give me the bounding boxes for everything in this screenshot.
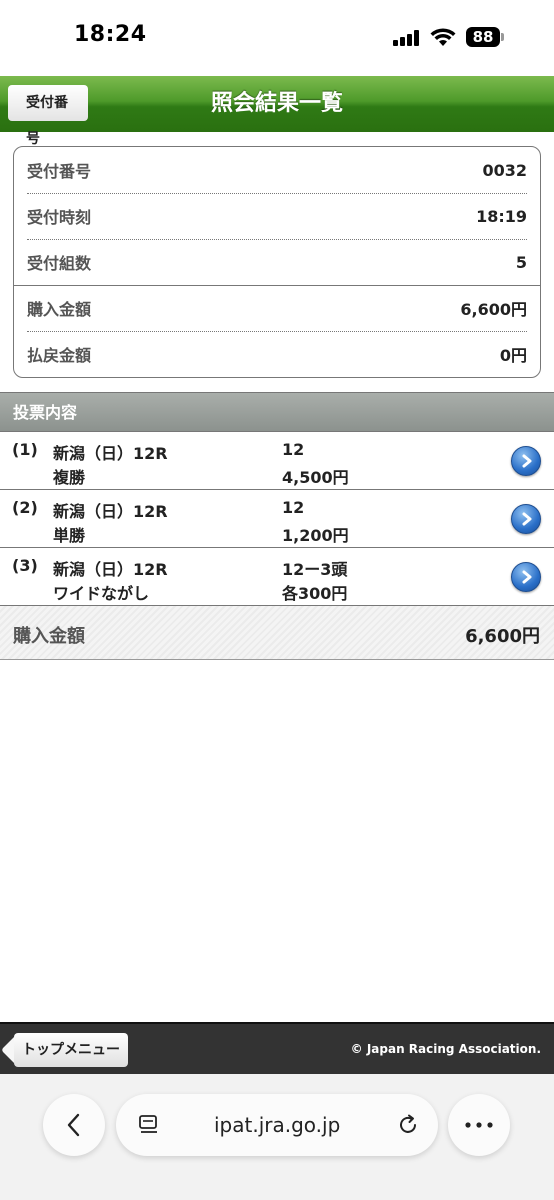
summary-box: 受付番号 0032 受付時刻 18:19 受付組数 5 購入金額 6,600円 … [13, 146, 541, 378]
bet-amount: 1,200円 [282, 526, 349, 545]
bet-race: 新潟（日）12R [53, 560, 168, 579]
bet-number: (3) [12, 556, 38, 575]
bet-horse: 12 [282, 498, 305, 517]
summary-value: 5 [515, 252, 527, 272]
summary-row-receipt-time: 受付時刻 18:19 [27, 193, 527, 239]
cellular-signal-icon [393, 30, 419, 46]
bet-number: (2) [12, 498, 38, 517]
browser-back-button[interactable] [43, 1094, 105, 1156]
browser-toolbar: ipat.jra.go.jp [0, 1074, 554, 1200]
total-label: 購入金額 [13, 626, 85, 647]
app-header: 受付番号 照会結果一覧 [0, 76, 554, 147]
summary-value: 0円 [499, 346, 527, 365]
summary-label: 購入金額 [27, 300, 92, 319]
reload-icon[interactable] [396, 1113, 420, 1137]
bet-horse: 12 [282, 440, 305, 459]
summary-value: 18:19 [476, 206, 527, 226]
bet-race: 新潟（日）12R [53, 502, 168, 521]
battery-indicator: 88 [466, 27, 500, 47]
bet-type: 単勝 [53, 526, 86, 545]
summary-row-receipt-number: 受付番号 0032 [27, 147, 527, 193]
battery-tip [501, 33, 504, 41]
address-bar[interactable]: ipat.jra.go.jp [116, 1094, 438, 1156]
status-time: 18:24 [74, 22, 147, 47]
summary-row-payout-amount: 払戻金額 0円 [27, 331, 527, 377]
browser-more-button[interactable] [448, 1094, 510, 1156]
chevron-right-icon[interactable] [511, 504, 541, 534]
copyright-text: © Japan Racing Association. [350, 1042, 541, 1056]
page-title: 照会結果一覧 [210, 91, 343, 116]
ellipsis-icon [465, 1122, 493, 1128]
chevron-right-icon[interactable] [511, 562, 541, 592]
summary-row-purchase-amount: 購入金額 6,600円 [27, 285, 527, 331]
top-menu-button[interactable]: トップメニュー [14, 1033, 128, 1067]
summary-value: 6,600円 [460, 300, 527, 319]
footer-bar: トップメニュー © Japan Racing Association. [0, 1022, 554, 1074]
total-value: 6,600円 [465, 626, 540, 647]
bet-amount: 各300円 [282, 584, 348, 603]
status-bar: 18:24 88 [0, 0, 554, 76]
bet-horse: 12ー3頭 [282, 560, 348, 579]
url-text: ipat.jra.go.jp [214, 1113, 341, 1137]
bet-type: ワイドながし [53, 584, 150, 603]
summary-label: 受付時刻 [27, 208, 92, 227]
summary-value: 0032 [482, 160, 527, 180]
chevron-left-icon [67, 1113, 80, 1137]
summary-label: 受付番号 [27, 162, 92, 181]
wifi-icon [430, 28, 456, 46]
bet-type: 複勝 [53, 468, 86, 487]
total-row: 購入金額 6,600円 [0, 606, 554, 660]
page-menu-icon[interactable] [138, 1114, 160, 1136]
bet-amount: 4,500円 [282, 468, 349, 487]
bet-number: (1) [12, 440, 38, 459]
summary-row-bet-count: 受付組数 5 [27, 239, 527, 285]
bet-race: 新潟（日）12R [53, 444, 168, 463]
section-header-bet-contents: 投票内容 [0, 392, 554, 432]
bet-row[interactable]: (3) 新潟（日）12R ワイドながし 12ー3頭 各300円 [0, 548, 554, 606]
bet-row[interactable]: (2) 新潟（日）12R 単勝 12 1,200円 [0, 490, 554, 548]
summary-label: 払戻金額 [27, 346, 92, 365]
bet-row[interactable]: (1) 新潟（日）12R 複勝 12 4,500円 [0, 432, 554, 490]
chevron-right-icon[interactable] [511, 446, 541, 476]
summary-label: 受付組数 [27, 254, 92, 273]
